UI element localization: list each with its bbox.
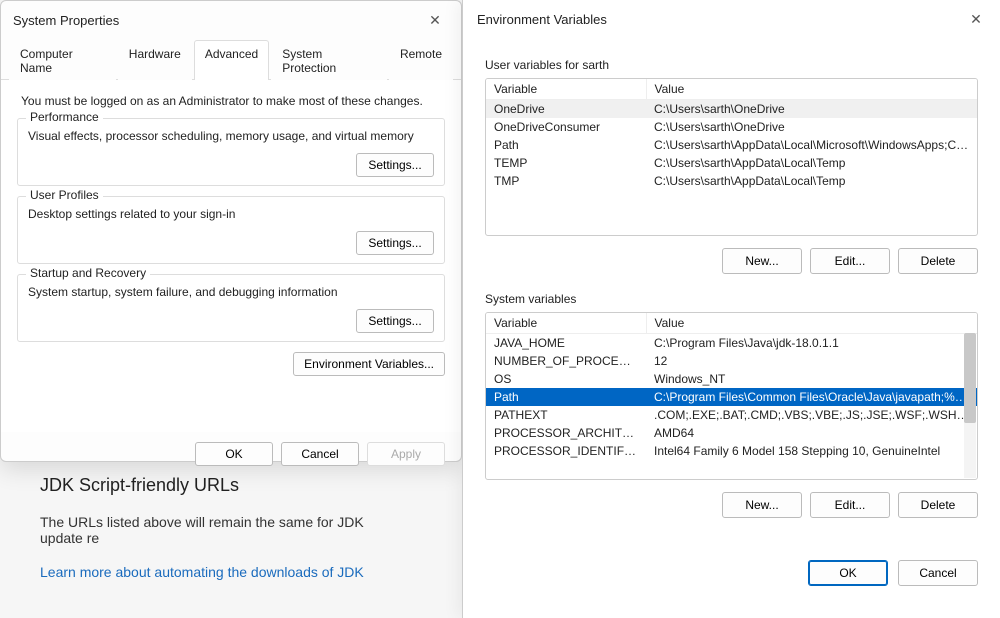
user-vars-table[interactable]: Variable Value OneDriveC:\Users\sarth\On… <box>486 79 977 190</box>
table-row[interactable]: PathC:\Program Files\Common Files\Oracle… <box>486 388 977 406</box>
col-variable[interactable]: Variable <box>486 313 646 334</box>
group-startup-recovery: Startup and Recovery System startup, sys… <box>17 274 445 342</box>
col-variable[interactable]: Variable <box>486 79 646 100</box>
desc-startup: System startup, system failure, and debu… <box>28 285 434 299</box>
system-vars-table-container: Variable Value JAVA_HOMEC:\Program Files… <box>485 312 978 480</box>
var-value: C:\Users\sarth\OneDrive <box>646 100 977 119</box>
user-vars-table-container: Variable Value OneDriveC:\Users\sarth\On… <box>485 78 978 236</box>
sysprops-titlebar: System Properties ✕ <box>1 1 461 39</box>
var-name: PROCESSOR_ARCHITECTU... <box>486 424 646 442</box>
apply-button[interactable]: Apply <box>367 442 445 466</box>
tab-hardware[interactable]: Hardware <box>118 40 192 80</box>
var-name: JAVA_HOME <box>486 334 646 353</box>
table-row[interactable]: PROCESSOR_ARCHITECTU...AMD64 <box>486 424 977 442</box>
envwin-title: Environment Variables <box>477 12 607 27</box>
environment-variables-dialog: Environment Variables ✕ User variables f… <box>462 0 1000 618</box>
cancel-button[interactable]: Cancel <box>281 442 359 466</box>
var-value: C:\Users\sarth\AppData\Local\Temp <box>646 172 977 190</box>
table-row[interactable]: TMPC:\Users\sarth\AppData\Local\Temp <box>486 172 977 190</box>
tab-body-advanced: You must be logged on as an Administrato… <box>1 80 461 432</box>
var-name: TEMP <box>486 154 646 172</box>
group-user-profiles: User Profiles Desktop settings related t… <box>17 196 445 264</box>
admin-note: You must be logged on as an Administrato… <box>21 94 445 108</box>
var-name: OneDriveConsumer <box>486 118 646 136</box>
environment-variables-button[interactable]: Environment Variables... <box>293 352 445 376</box>
var-value: .COM;.EXE;.BAT;.CMD;.VBS;.VBE;.JS;.JSE;.… <box>646 406 977 424</box>
var-value: C:\Program Files\Java\jdk-18.0.1.1 <box>646 334 977 353</box>
var-value: C:\Users\sarth\AppData\Local\Temp <box>646 154 977 172</box>
system-properties-dialog: System Properties ✕ Computer Name Hardwa… <box>0 0 462 462</box>
system-vars-table[interactable]: Variable Value JAVA_HOMEC:\Program Files… <box>486 313 977 460</box>
legend-user-profiles: User Profiles <box>26 188 103 202</box>
system-delete-button[interactable]: Delete <box>898 492 978 518</box>
table-row[interactable]: TEMPC:\Users\sarth\AppData\Local\Temp <box>486 154 977 172</box>
cancel-button[interactable]: Cancel <box>898 560 978 586</box>
user-new-button[interactable]: New... <box>722 248 802 274</box>
settings-performance-button[interactable]: Settings... <box>356 153 434 177</box>
desc-user-profiles: Desktop settings related to your sign-in <box>28 207 434 221</box>
sysprops-dialog-buttons: OK Cancel Apply <box>1 432 461 476</box>
var-name: TMP <box>486 172 646 190</box>
table-row[interactable]: PathC:\Users\sarth\AppData\Local\Microso… <box>486 136 977 154</box>
envwin-body: User variables for sarth Variable Value … <box>463 38 1000 546</box>
table-row[interactable]: PROCESSOR_IDENTIFIERIntel64 Family 6 Mod… <box>486 442 977 460</box>
var-value: Intel64 Family 6 Model 158 Stepping 10, … <box>646 442 977 460</box>
bg-heading: JDK Script-friendly URLs <box>40 475 400 496</box>
var-name: NUMBER_OF_PROCESSORS <box>486 352 646 370</box>
system-edit-button[interactable]: Edit... <box>810 492 890 518</box>
close-icon[interactable]: ✕ <box>962 8 990 30</box>
var-name: OS <box>486 370 646 388</box>
user-delete-button[interactable]: Delete <box>898 248 978 274</box>
ok-button[interactable]: OK <box>808 560 888 586</box>
var-name: PROCESSOR_IDENTIFIER <box>486 442 646 460</box>
scrollbar-thumb[interactable] <box>964 333 976 423</box>
settings-user-profiles-button[interactable]: Settings... <box>356 231 434 255</box>
system-new-button[interactable]: New... <box>722 492 802 518</box>
settings-startup-button[interactable]: Settings... <box>356 309 434 333</box>
var-name: Path <box>486 388 646 406</box>
var-value: AMD64 <box>646 424 977 442</box>
legend-performance: Performance <box>26 110 103 124</box>
var-value: 12 <box>646 352 977 370</box>
var-name: OneDrive <box>486 100 646 119</box>
user-vars-label: User variables for sarth <box>485 58 978 72</box>
sysprops-tabs: Computer Name Hardware Advanced System P… <box>1 39 461 80</box>
group-performance: Performance Visual effects, processor sc… <box>17 118 445 186</box>
var-value: C:\Program Files\Common Files\Oracle\Jav… <box>646 388 977 406</box>
table-row[interactable]: NUMBER_OF_PROCESSORS12 <box>486 352 977 370</box>
var-value: Windows_NT <box>646 370 977 388</box>
close-icon[interactable]: ✕ <box>421 9 449 31</box>
system-vars-label: System variables <box>485 292 978 306</box>
tab-advanced[interactable]: Advanced <box>194 40 269 80</box>
sysprops-title: System Properties <box>13 13 119 28</box>
var-value: C:\Users\sarth\OneDrive <box>646 118 977 136</box>
col-value[interactable]: Value <box>646 313 977 334</box>
envwin-titlebar: Environment Variables ✕ <box>463 0 1000 38</box>
tab-remote[interactable]: Remote <box>389 40 453 80</box>
system-vars-buttons: New... Edit... Delete <box>485 492 978 518</box>
background-page: JDK Script-friendly URLs The URLs listed… <box>0 455 440 600</box>
user-vars-buttons: New... Edit... Delete <box>485 248 978 274</box>
tab-system-protection[interactable]: System Protection <box>271 40 387 80</box>
desc-performance: Visual effects, processor scheduling, me… <box>28 129 434 143</box>
table-row[interactable]: OneDriveConsumerC:\Users\sarth\OneDrive <box>486 118 977 136</box>
var-value: C:\Users\sarth\AppData\Local\Microsoft\W… <box>646 136 977 154</box>
envwin-dialog-buttons: OK Cancel <box>463 546 1000 602</box>
table-row[interactable]: JAVA_HOMEC:\Program Files\Java\jdk-18.0.… <box>486 334 977 353</box>
table-row[interactable]: OSWindows_NT <box>486 370 977 388</box>
var-name: Path <box>486 136 646 154</box>
bg-paragraph: The URLs listed above will remain the sa… <box>40 514 400 546</box>
user-edit-button[interactable]: Edit... <box>810 248 890 274</box>
table-row[interactable]: OneDriveC:\Users\sarth\OneDrive <box>486 100 977 119</box>
tab-computer-name[interactable]: Computer Name <box>9 40 116 80</box>
bg-link[interactable]: Learn more about automating the download… <box>40 564 364 580</box>
legend-startup: Startup and Recovery <box>26 266 150 280</box>
col-value[interactable]: Value <box>646 79 977 100</box>
table-row[interactable]: PATHEXT.COM;.EXE;.BAT;.CMD;.VBS;.VBE;.JS… <box>486 406 977 424</box>
var-name: PATHEXT <box>486 406 646 424</box>
ok-button[interactable]: OK <box>195 442 273 466</box>
